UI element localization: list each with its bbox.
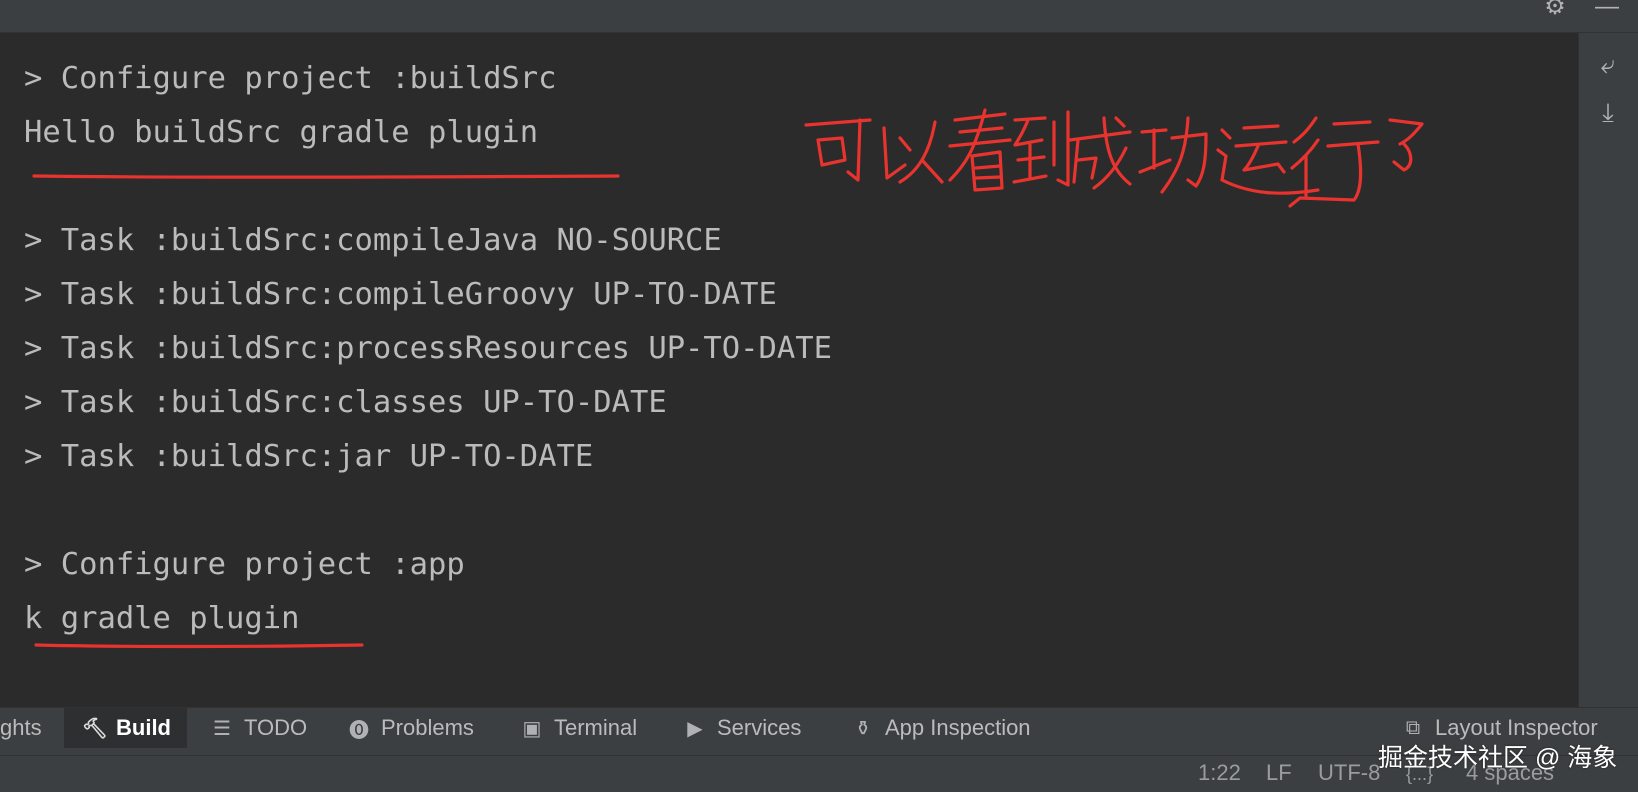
tab-todo[interactable]: ☰ TODO bbox=[210, 708, 307, 748]
tab-label: ghts bbox=[0, 715, 42, 740]
console-line: > Configure project :app bbox=[24, 547, 465, 582]
console-line: > Task :buildSrc:classes UP-TO-DATE bbox=[24, 385, 667, 420]
tab-insights[interactable]: ghts bbox=[0, 708, 42, 748]
tab-label: App Inspection bbox=[885, 715, 1031, 740]
services-icon: ▶ bbox=[687, 717, 703, 740]
tab-label: TODO bbox=[244, 715, 308, 740]
tab-services[interactable]: ▶ Services bbox=[683, 708, 801, 748]
console-line: > Configure project :buildSrc bbox=[24, 61, 557, 96]
console-line: Hello buildSrc gradle plugin bbox=[24, 115, 539, 150]
tab-label: Services bbox=[717, 715, 802, 740]
soft-wrap-icon[interactable]: ⤶ bbox=[1591, 47, 1625, 81]
console-line: k gradle plugin bbox=[24, 601, 300, 636]
terminal-icon: ▣ bbox=[522, 717, 542, 740]
minimize-icon[interactable]: — bbox=[1592, 0, 1622, 22]
tab-label: Build bbox=[116, 715, 171, 740]
tab-label: Problems bbox=[381, 715, 474, 740]
file-encoding[interactable]: UTF-8 bbox=[1318, 760, 1380, 786]
scroll-to-end-icon[interactable]: ⤓ bbox=[1591, 95, 1625, 129]
watermark: 掘金技术社区 @ 海象 bbox=[1378, 744, 1618, 772]
app-inspection-icon: ⚱ bbox=[854, 717, 872, 740]
layout-inspector-icon: ⧉ bbox=[1405, 716, 1421, 739]
console-line: > Task :buildSrc:processResources UP-TO-… bbox=[24, 331, 832, 366]
problems-icon: ⓿ bbox=[349, 719, 369, 742]
hammer-icon: 🔨︎ bbox=[82, 717, 108, 740]
gear-icon[interactable]: ⚙ bbox=[1540, 0, 1570, 22]
tab-app-inspection[interactable]: ⚱ App Inspection bbox=[851, 708, 1031, 748]
list-icon: ☰ bbox=[213, 717, 231, 740]
console-line: > Task :buildSrc:compileJava NO-SOURCE bbox=[24, 223, 722, 258]
tab-label: Terminal bbox=[554, 715, 638, 740]
console-line: > Task :buildSrc:jar UP-TO-DATE bbox=[24, 439, 594, 474]
console-side-toolbar: ⤶ ⤓ bbox=[1578, 33, 1638, 707]
tab-terminal[interactable]: ▣ Terminal bbox=[520, 708, 638, 748]
build-console-output[interactable]: > Configure project :buildSrc Hello buil… bbox=[0, 33, 1578, 707]
tab-build[interactable]: 🔨︎ Build bbox=[64, 708, 187, 748]
tab-problems[interactable]: ⓿ Problems bbox=[347, 708, 474, 748]
tool-window-header: ⚙ — bbox=[0, 0, 1638, 33]
caret-position[interactable]: 1:22 bbox=[1198, 760, 1241, 786]
console-line: > Task :buildSrc:compileGroovy UP-TO-DAT… bbox=[24, 277, 777, 312]
line-separator[interactable]: LF bbox=[1266, 760, 1292, 786]
